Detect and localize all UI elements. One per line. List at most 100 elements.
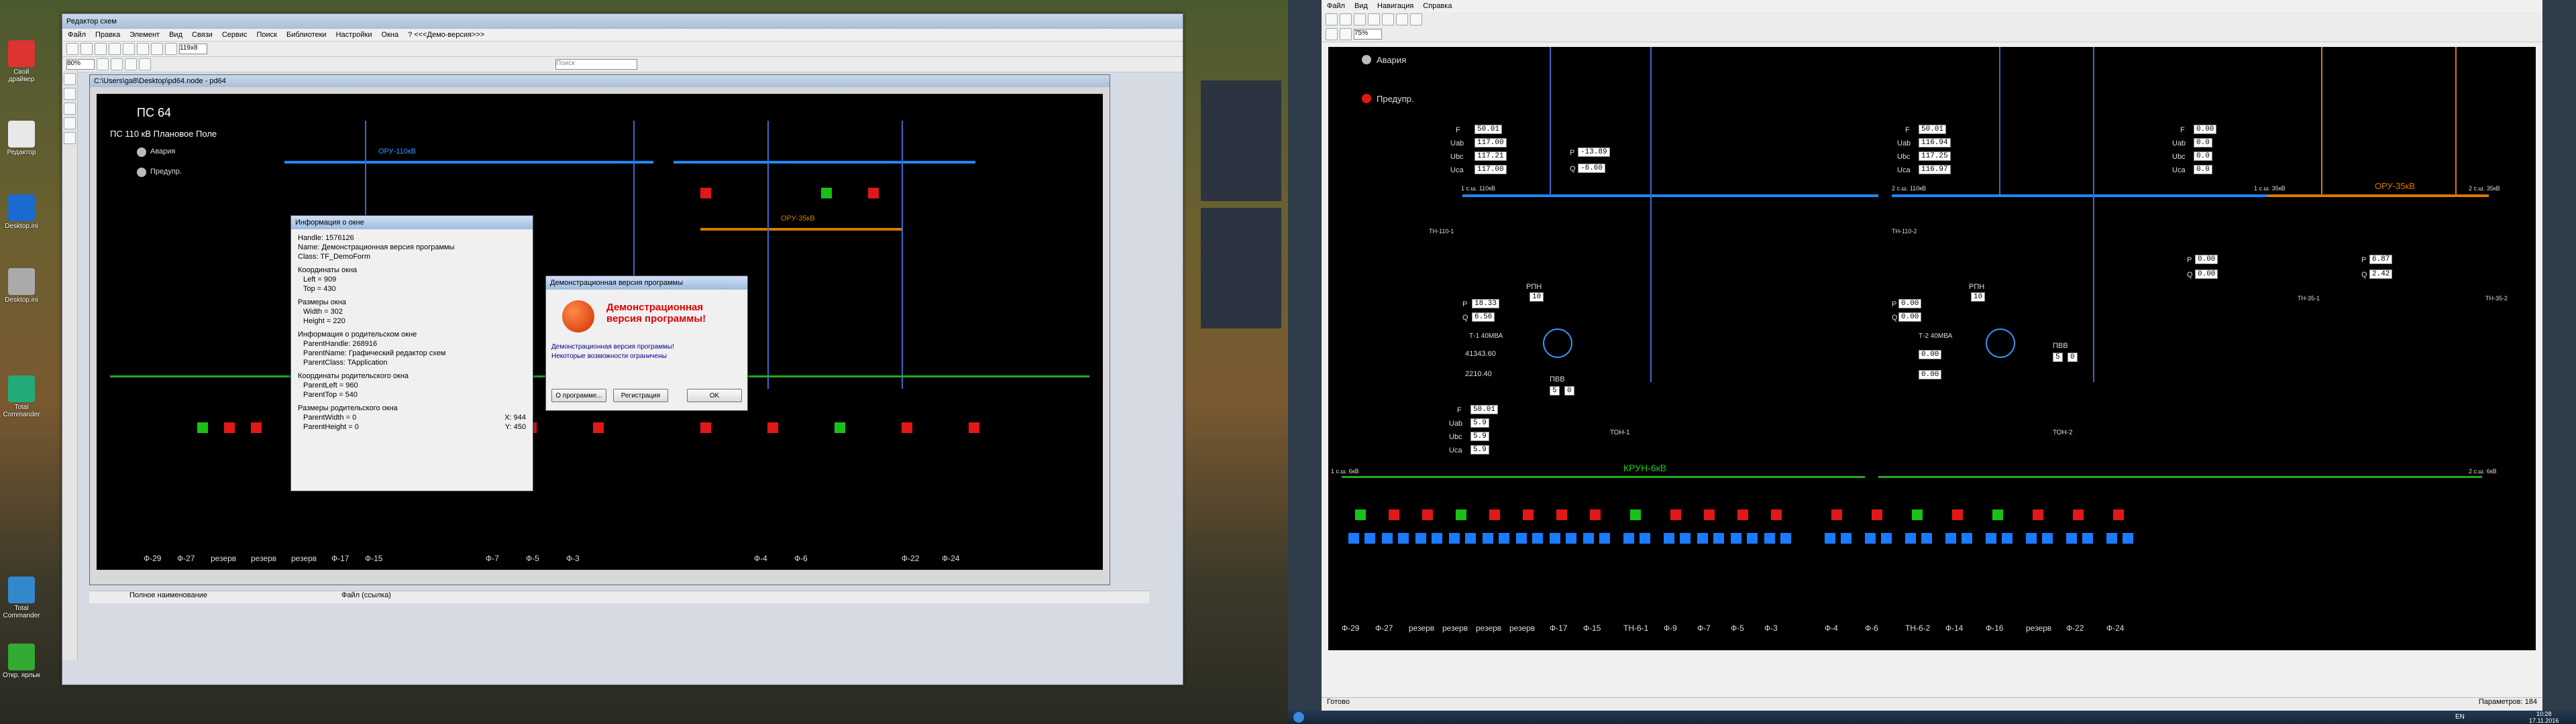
breaker[interactable] — [251, 422, 262, 433]
menu-navigation[interactable]: Навигация — [1377, 2, 1413, 10]
back-icon[interactable] — [1326, 13, 1338, 25]
clock[interactable]: 10:28 17.11.2016 — [2529, 711, 2559, 724]
desktop-icon[interactable]: Редактор — [0, 121, 43, 156]
disconnector[interactable] — [1465, 533, 1476, 544]
disconnector[interactable] — [1566, 533, 1576, 544]
breaker[interactable] — [197, 422, 208, 433]
print-icon[interactable] — [1382, 13, 1394, 25]
disconnector[interactable] — [1483, 533, 1493, 544]
menu-windows[interactable]: Окна — [382, 31, 399, 39]
paste-icon[interactable] — [137, 43, 149, 55]
menu-file[interactable]: Файл — [1327, 2, 1345, 10]
disconnector[interactable] — [2066, 533, 2077, 544]
disconnector[interactable] — [1945, 533, 1956, 544]
menu-help[interactable]: ? <<<Демо-версия>>> — [408, 31, 484, 39]
cut-icon[interactable] — [109, 43, 121, 55]
size-field[interactable]: 119x8 — [179, 44, 207, 54]
info-dialog-titlebar[interactable]: Информация о окне — [291, 216, 533, 229]
language-indicator[interactable]: EN — [2455, 713, 2465, 721]
disconnector[interactable] — [1881, 533, 1892, 544]
breaker[interactable] — [835, 422, 845, 433]
breaker[interactable] — [1737, 509, 1748, 520]
zoom-in-icon[interactable] — [1396, 13, 1408, 25]
menu-search[interactable]: Поиск — [256, 31, 276, 39]
about-button[interactable]: О программе... — [551, 389, 606, 402]
disconnector[interactable] — [1623, 533, 1634, 544]
disconnector[interactable] — [1764, 533, 1775, 544]
refresh-icon[interactable] — [1368, 13, 1380, 25]
disconnector[interactable] — [1825, 533, 1835, 544]
zoom-select[interactable]: 75% — [1354, 29, 1382, 40]
breaker[interactable] — [902, 422, 912, 433]
disconnector[interactable] — [1499, 533, 1509, 544]
breaker[interactable] — [224, 422, 235, 433]
redo-icon[interactable] — [165, 43, 177, 55]
breaker[interactable] — [1630, 509, 1641, 520]
disconnector[interactable] — [2042, 533, 2053, 544]
desktop-icon[interactable]: Total Commander — [0, 375, 43, 418]
desktop-icon[interactable]: Desktop.ini — [0, 268, 43, 304]
rect-icon[interactable] — [64, 103, 76, 115]
desktop-icon[interactable]: Desktop.ini — [0, 194, 43, 230]
copy-icon[interactable] — [123, 43, 135, 55]
disconnector[interactable] — [1348, 533, 1359, 544]
breaker[interactable] — [1389, 509, 1399, 520]
breaker[interactable] — [868, 188, 879, 198]
disconnector[interactable] — [1532, 533, 1543, 544]
search-input[interactable]: Поиск — [555, 59, 637, 70]
menu-file[interactable]: Файл — [68, 31, 86, 39]
desktop-icon[interactable]: Total Commander — [0, 577, 43, 619]
doc-titlebar[interactable]: C:\Users\ga8\Desktop\pd64.node - pd64 — [90, 75, 1110, 87]
disconnector[interactable] — [1640, 533, 1650, 544]
start-button-icon[interactable] — [1293, 712, 1304, 723]
menu-service[interactable]: Сервис — [222, 31, 248, 39]
disconnector[interactable] — [1382, 533, 1393, 544]
breaker[interactable] — [1992, 509, 2003, 520]
forward-icon[interactable] — [1340, 13, 1352, 25]
menu-view[interactable]: Вид — [169, 31, 182, 39]
breaker[interactable] — [1456, 509, 1466, 520]
breaker[interactable] — [1952, 509, 1963, 520]
menu-links[interactable]: Связи — [192, 31, 213, 39]
disconnector[interactable] — [2123, 533, 2133, 544]
zoom-select[interactable]: 80% — [66, 59, 95, 70]
disconnector[interactable] — [1841, 533, 1851, 544]
viewer-scheme-canvas[interactable]: Авария Предупр. 1 с.ш. 110кВ 2 с.ш. 110к… — [1328, 47, 2536, 650]
zoom-out-icon[interactable] — [111, 58, 123, 70]
new-icon[interactable] — [66, 43, 78, 55]
breaker[interactable] — [700, 422, 711, 433]
disconnector[interactable] — [1550, 533, 1560, 544]
disconnector[interactable] — [1516, 533, 1527, 544]
disconnector[interactable] — [1713, 533, 1724, 544]
disconnector[interactable] — [1432, 533, 1442, 544]
disconnector[interactable] — [1415, 533, 1426, 544]
disconnector[interactable] — [2002, 533, 2012, 544]
text-icon[interactable] — [64, 117, 76, 129]
disconnector[interactable] — [1905, 533, 1916, 544]
breaker[interactable] — [593, 422, 604, 433]
disconnector[interactable] — [1921, 533, 1932, 544]
breaker[interactable] — [1355, 509, 1366, 520]
breaker[interactable] — [1912, 509, 1923, 520]
undo-icon[interactable] — [151, 43, 163, 55]
breaker[interactable] — [1422, 509, 1433, 520]
breaker[interactable] — [1831, 509, 1842, 520]
disconnector[interactable] — [2106, 533, 2117, 544]
fit-icon[interactable] — [1326, 28, 1338, 40]
zoom-in-icon[interactable] — [97, 58, 109, 70]
disconnector[interactable] — [1364, 533, 1375, 544]
breaker[interactable] — [767, 422, 778, 433]
breaker[interactable] — [1590, 509, 1601, 520]
grid-icon[interactable] — [125, 58, 137, 70]
breaker[interactable] — [2073, 509, 2084, 520]
line-icon[interactable] — [64, 88, 76, 100]
menu-settings[interactable]: Настройки — [336, 31, 372, 39]
menu-libraries[interactable]: Библиотеки — [286, 31, 327, 39]
ok-button[interactable]: OK — [687, 389, 742, 402]
disconnector[interactable] — [2026, 533, 2037, 544]
breaker[interactable] — [1556, 509, 1567, 520]
zoom-out-icon[interactable] — [1410, 13, 1422, 25]
switch-icon[interactable] — [64, 132, 76, 144]
disconnector[interactable] — [1664, 533, 1674, 544]
open-icon[interactable] — [80, 43, 93, 55]
